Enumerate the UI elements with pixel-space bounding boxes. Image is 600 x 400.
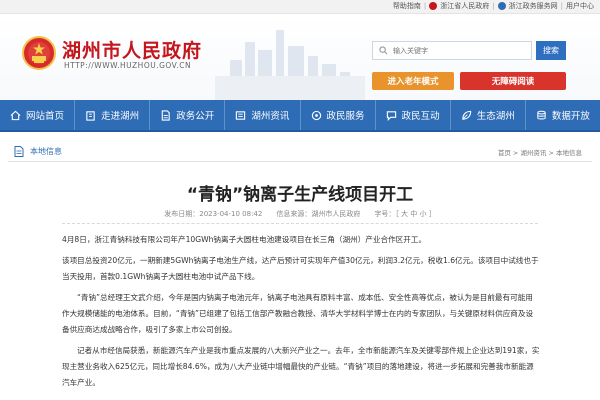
search-button[interactable]: 搜索	[536, 41, 566, 60]
nav-item-ecology[interactable]: 生态湖州	[451, 100, 526, 130]
nav-item-label: 走进湖州	[101, 111, 140, 122]
nav-item-services[interactable]: 政民服务	[301, 100, 376, 130]
nav-item-home[interactable]: 网站首页	[0, 100, 76, 130]
zj-service-icon	[497, 2, 506, 10]
nav-item-label: 政务公开	[176, 111, 215, 122]
nav-item-about[interactable]: 走进湖州	[75, 100, 151, 130]
breadcrumb[interactable]: 首页 > 湖州资讯 > 本地信息	[498, 147, 582, 157]
service-icon	[311, 110, 321, 120]
document-icon	[162, 109, 171, 121]
utility-links: 帮助指南 | 浙江省人民政府 | 浙江政务服务网 | 用户中心	[393, 1, 594, 11]
nav-item-open-gov[interactable]: 政务公开	[150, 100, 226, 130]
article-body: 4月8日，浙江青钠科技有限公司年产10GWh钠离子大圆柱电池建设项目在长三角（湖…	[62, 232, 540, 396]
zhejiang-gov-link[interactable]: 浙江省人民政府	[440, 1, 489, 11]
user-center-link[interactable]: 用户中心	[566, 1, 594, 11]
divider: |	[492, 2, 495, 10]
nav-item-open-data[interactable]: 数据开放	[526, 100, 600, 130]
zhejiang-gov-icon	[429, 2, 438, 10]
building-icon	[86, 110, 95, 121]
nav-item-label: 政民互动	[401, 111, 440, 122]
data-icon	[537, 110, 546, 119]
article-paragraph: 该项目总投资20亿元，一期新建5GWh钠离子电池生产线，达产后预计可实现年产值3…	[62, 256, 539, 281]
article-paragraph: “青钠”总经理王文武介绍，今年是国内钠离子电池元年，钠离子电池具有原料丰富、成本…	[62, 293, 534, 334]
nav-item-interaction[interactable]: 政民互动	[376, 100, 451, 130]
home-icon	[10, 110, 21, 120]
elder-mode-button[interactable]: 进入老年模式	[372, 72, 454, 90]
nav-item-label: 湖州资讯	[251, 111, 290, 122]
divider: |	[560, 2, 563, 10]
divider: |	[423, 2, 427, 10]
nav-item-label: 网站首页	[26, 111, 65, 122]
article-paragraph: 4月8日，浙江青钠科技有限公司年产10GWh钠离子大圆柱电池建设项目在长三角（湖…	[62, 235, 427, 244]
zj-service-link[interactable]: 浙江政务服务网	[509, 1, 558, 11]
article-meta: 发布日期：2023-04-10 08:42 信息来源：湖州市人民政府 字号：［ …	[0, 209, 600, 219]
top-utility-bar: 帮助指南 | 浙江省人民政府 | 浙江政务服务网 | 用户中心	[0, 0, 600, 14]
chat-icon	[386, 110, 396, 121]
article-title: “青钠”钠离子生产线项目开工	[186, 185, 414, 205]
nav-item-news[interactable]: 湖州资讯	[225, 100, 301, 130]
national-emblem-logo[interactable]	[22, 36, 56, 70]
nav-item-label: 生态湖州	[476, 111, 515, 122]
news-icon	[236, 110, 246, 120]
document-icon	[14, 146, 24, 157]
city-skyline-image	[215, 30, 365, 100]
main-nav: 网站首页 走进湖州 政务公开 湖州资讯 政民服务 政民互动 生态湖州 数据开放	[0, 100, 600, 132]
leaf-icon	[462, 110, 471, 120]
article-paragraph: 记者从市经信局获悉，新能源汽车产业是我市重点发展的八大新兴产业之一。去年，全市新…	[62, 346, 540, 387]
accessible-reading-button[interactable]: 无障碍阅读	[460, 72, 566, 90]
breadcrumb-bar: 本地信息 首页 > 湖州资讯 > 本地信息	[8, 142, 592, 162]
search-icon	[379, 46, 388, 55]
site-header: 湖州市人民政府 HTTP://WWW.HUZHOU.GOV.CN 搜索 进入老年…	[0, 14, 600, 100]
search-box	[372, 41, 532, 60]
article-meta-text: 发布日期：2023-04-10 08:42 信息来源：湖州市人民政府 字号：［ …	[164, 210, 436, 218]
site-url: HTTP://WWW.HUZHOU.GOV.CN	[64, 61, 192, 70]
divider	[62, 223, 538, 224]
nav-item-label: 政民服务	[326, 111, 365, 122]
search-input[interactable]	[393, 44, 528, 58]
help-guide-link[interactable]: 帮助指南	[393, 1, 421, 11]
section-label: 本地信息	[30, 147, 62, 156]
nav-item-label: 数据开放	[551, 111, 590, 122]
site-title[interactable]: 湖州市人民政府	[62, 36, 202, 63]
